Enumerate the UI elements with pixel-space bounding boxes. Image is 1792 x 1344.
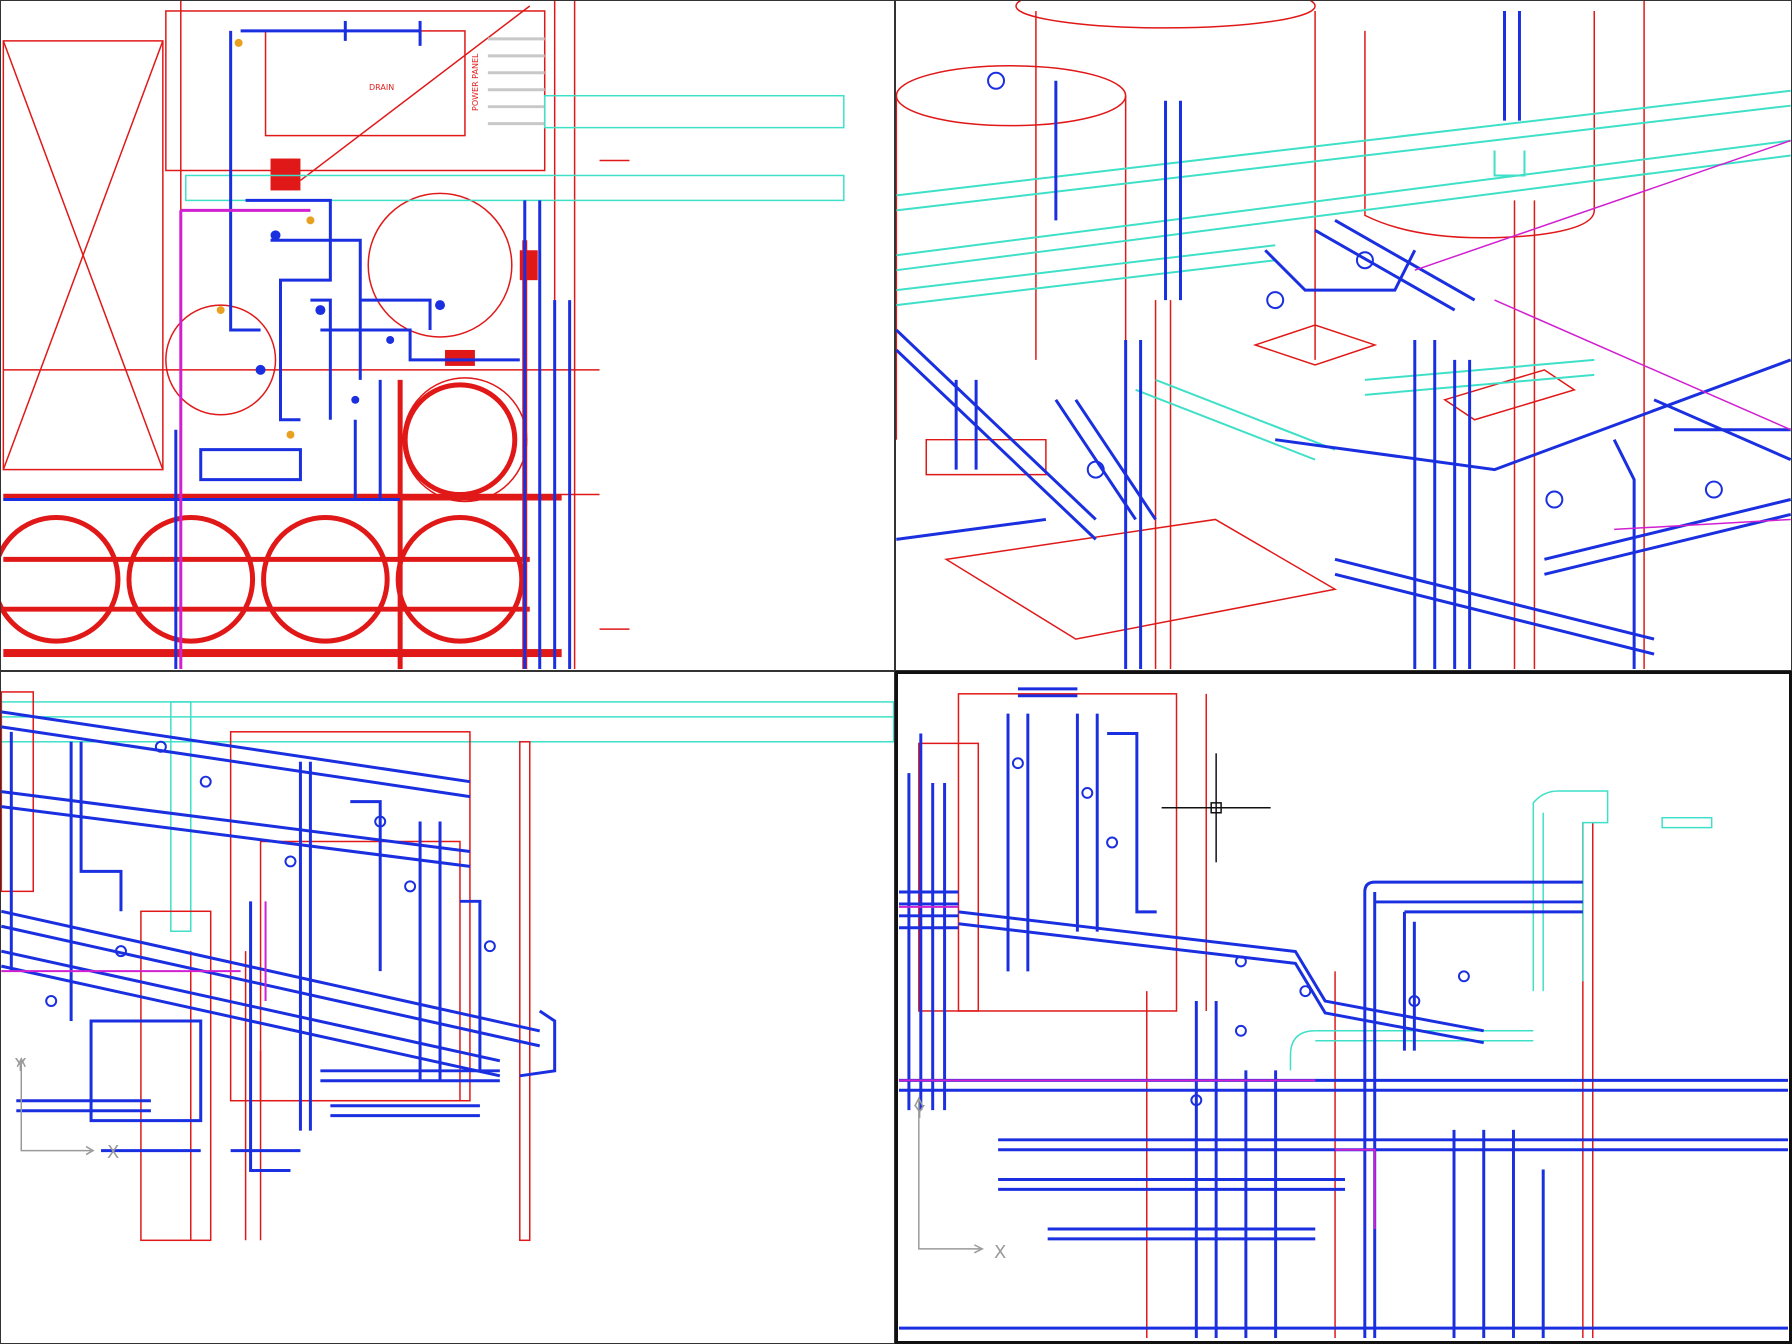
isometric-drawing: [896, 1, 1791, 670]
drain-label: DRAIN: [369, 83, 395, 92]
plan-drawing: [1, 1, 845, 670]
viewport-elevation-bottom-right-active[interactable]: Y X: [895, 671, 1792, 1344]
ucs-y-label: Y: [15, 1055, 26, 1076]
ucs-y-label-2: Y: [914, 1102, 925, 1123]
ucs-x-label: X: [107, 1142, 120, 1163]
viewport-elevation-bottom-left[interactable]: Y X: [0, 671, 895, 1344]
power-panel-label: POWER PANEL: [471, 53, 480, 111]
viewport-plan-top-left[interactable]: DRAIN POWER PANEL: [0, 0, 895, 671]
elevation-drawing: [1, 691, 894, 1242]
viewport-3d-top-right[interactable]: [895, 0, 1792, 671]
elevation-drawing-2: [898, 687, 1789, 1339]
ucs-x-label-2: X: [994, 1242, 1007, 1263]
crosshair-cursor: [1161, 753, 1271, 863]
